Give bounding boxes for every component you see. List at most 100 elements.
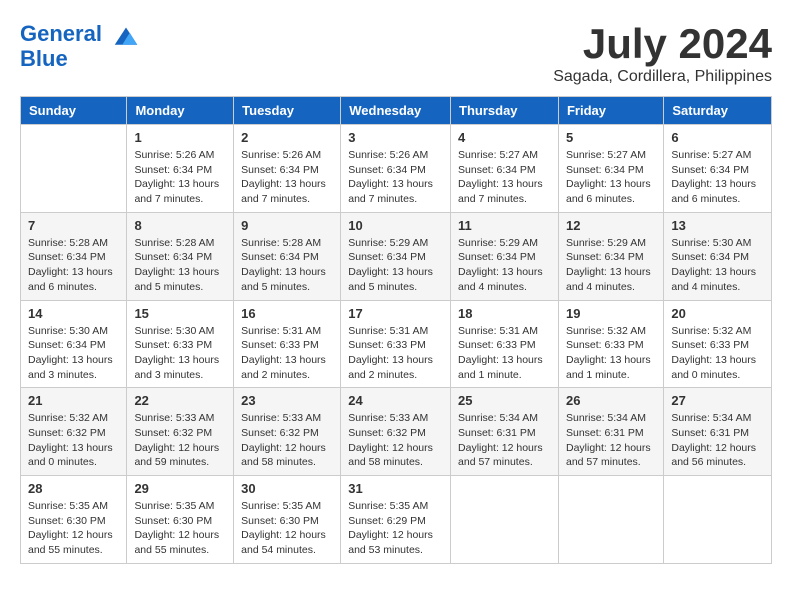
calendar-cell [664, 476, 772, 564]
calendar-cell [451, 476, 559, 564]
day-number: 24 [348, 393, 443, 408]
day-number: 22 [134, 393, 226, 408]
page-header: General Blue July 2024 Sagada, Cordiller… [20, 20, 772, 86]
day-number: 5 [566, 130, 656, 145]
calendar-cell [21, 125, 127, 213]
weekday-header-row: SundayMondayTuesdayWednesdayThursdayFrid… [21, 97, 772, 125]
day-number: 16 [241, 306, 333, 321]
calendar-cell: 12Sunrise: 5:29 AM Sunset: 6:34 PM Dayli… [558, 212, 663, 300]
weekday-header: Wednesday [341, 97, 451, 125]
day-info: Sunrise: 5:34 AM Sunset: 6:31 PM Dayligh… [458, 411, 551, 470]
day-number: 23 [241, 393, 333, 408]
calendar-cell: 25 Sunrise: 5:34 AM Sunset: 6:31 PM Dayli… [451, 388, 559, 476]
day-number: 2 [241, 130, 333, 145]
day-info: Sunrise: 5:30 AM Sunset: 6:34 PM Dayligh… [28, 324, 119, 383]
day-info: Sunrise: 5:29 AM Sunset: 6:34 PM Dayligh… [348, 236, 443, 295]
day-info: Sunrise: 5:27 AM Sunset: 6:34 PM Dayligh… [671, 148, 764, 207]
calendar-week-row: 28 Sunrise: 5:35 AM Sunset: 6:30 PM Dayli… [21, 476, 772, 564]
day-number: 17 [348, 306, 443, 321]
calendar-cell: 27Sunrise: 5:34 AM Sunset: 6:31 PM Dayli… [664, 388, 772, 476]
day-number: 7 [28, 218, 119, 233]
day-number: 6 [671, 130, 764, 145]
day-number: 31 [348, 481, 443, 496]
calendar-cell: 5 Sunrise: 5:27 AM Sunset: 6:34 PM Daylig… [558, 125, 663, 213]
calendar-cell: 8 Sunrise: 5:28 AM Sunset: 6:34 PM Daylig… [127, 212, 234, 300]
day-number: 19 [566, 306, 656, 321]
calendar-cell: 15 Sunrise: 5:30 AM Sunset: 6:33 PM Dayli… [127, 300, 234, 388]
calendar-cell: 2Sunrise: 5:26 AM Sunset: 6:34 PM Daylig… [234, 125, 341, 213]
calendar-cell: 9Sunrise: 5:28 AM Sunset: 6:34 PM Daylig… [234, 212, 341, 300]
calendar-cell: 24 Sunrise: 5:33 AM Sunset: 6:32 PM Dayli… [341, 388, 451, 476]
weekday-header: Monday [127, 97, 234, 125]
day-number: 11 [458, 218, 551, 233]
calendar-cell: 4Sunrise: 5:27 AM Sunset: 6:34 PM Daylig… [451, 125, 559, 213]
day-info: Sunrise: 5:28 AM Sunset: 6:34 PM Dayligh… [241, 236, 333, 295]
day-number: 8 [134, 218, 226, 233]
day-info: Sunrise: 5:31 AM Sunset: 6:33 PM Dayligh… [348, 324, 443, 383]
day-number: 20 [671, 306, 764, 321]
day-number: 14 [28, 306, 119, 321]
calendar-week-row: 21Sunrise: 5:32 AM Sunset: 6:32 PM Dayli… [21, 388, 772, 476]
day-number: 10 [348, 218, 443, 233]
calendar-week-row: 7 Sunrise: 5:28 AM Sunset: 6:34 PM Daylig… [21, 212, 772, 300]
day-number: 4 [458, 130, 551, 145]
calendar-cell: 28 Sunrise: 5:35 AM Sunset: 6:30 PM Dayli… [21, 476, 127, 564]
calendar-cell: 6 Sunrise: 5:27 AM Sunset: 6:34 PM Daylig… [664, 125, 772, 213]
title-block: July 2024 Sagada, Cordillera, Philippine… [553, 20, 772, 86]
day-info: Sunrise: 5:35 AM Sunset: 6:30 PM Dayligh… [28, 499, 119, 558]
calendar-cell: 23 Sunrise: 5:33 AM Sunset: 6:32 PM Dayli… [234, 388, 341, 476]
day-info: Sunrise: 5:32 AM Sunset: 6:33 PM Dayligh… [671, 324, 764, 383]
day-info: Sunrise: 5:29 AM Sunset: 6:34 PM Dayligh… [458, 236, 551, 295]
day-info: Sunrise: 5:26 AM Sunset: 6:34 PM Dayligh… [348, 148, 443, 207]
calendar-cell: 13Sunrise: 5:30 AM Sunset: 6:34 PM Dayli… [664, 212, 772, 300]
month-title: July 2024 [553, 20, 772, 68]
day-info: Sunrise: 5:33 AM Sunset: 6:32 PM Dayligh… [134, 411, 226, 470]
calendar-cell: 30 Sunrise: 5:35 AM Sunset: 6:30 PM Dayli… [234, 476, 341, 564]
location: Sagada, Cordillera, Philippines [553, 68, 772, 86]
weekday-header: Thursday [451, 97, 559, 125]
calendar-week-row: 14 Sunrise: 5:30 AM Sunset: 6:34 PM Dayli… [21, 300, 772, 388]
logo: General Blue [20, 20, 141, 72]
day-number: 29 [134, 481, 226, 496]
calendar-cell: 7 Sunrise: 5:28 AM Sunset: 6:34 PM Daylig… [21, 212, 127, 300]
calendar-cell: 10 Sunrise: 5:29 AM Sunset: 6:34 PM Dayli… [341, 212, 451, 300]
calendar-cell: 21Sunrise: 5:32 AM Sunset: 6:32 PM Dayli… [21, 388, 127, 476]
day-info: Sunrise: 5:30 AM Sunset: 6:33 PM Dayligh… [134, 324, 226, 383]
day-number: 13 [671, 218, 764, 233]
day-info: Sunrise: 5:33 AM Sunset: 6:32 PM Dayligh… [348, 411, 443, 470]
day-info: Sunrise: 5:35 AM Sunset: 6:30 PM Dayligh… [241, 499, 333, 558]
day-number: 18 [458, 306, 551, 321]
day-number: 15 [134, 306, 226, 321]
calendar-cell: 20 Sunrise: 5:32 AM Sunset: 6:33 PM Dayli… [664, 300, 772, 388]
calendar-cell: 19 Sunrise: 5:32 AM Sunset: 6:33 PM Dayli… [558, 300, 663, 388]
day-info: Sunrise: 5:34 AM Sunset: 6:31 PM Dayligh… [566, 411, 656, 470]
day-number: 28 [28, 481, 119, 496]
calendar-cell: 17 Sunrise: 5:31 AM Sunset: 6:33 PM Dayli… [341, 300, 451, 388]
day-info: Sunrise: 5:35 AM Sunset: 6:30 PM Dayligh… [134, 499, 226, 558]
calendar-cell: 18 Sunrise: 5:31 AM Sunset: 6:33 PM Dayli… [451, 300, 559, 388]
day-number: 1 [134, 130, 226, 145]
day-info: Sunrise: 5:31 AM Sunset: 6:33 PM Dayligh… [458, 324, 551, 383]
calendar-cell: 14 Sunrise: 5:30 AM Sunset: 6:34 PM Dayli… [21, 300, 127, 388]
calendar-cell: 31Sunrise: 5:35 AM Sunset: 6:29 PM Dayli… [341, 476, 451, 564]
day-info: Sunrise: 5:33 AM Sunset: 6:32 PM Dayligh… [241, 411, 333, 470]
weekday-header: Friday [558, 97, 663, 125]
calendar-cell: 3 Sunrise: 5:26 AM Sunset: 6:34 PM Daylig… [341, 125, 451, 213]
day-info: Sunrise: 5:31 AM Sunset: 6:33 PM Dayligh… [241, 324, 333, 383]
day-info: Sunrise: 5:29 AM Sunset: 6:34 PM Dayligh… [566, 236, 656, 295]
day-info: Sunrise: 5:34 AM Sunset: 6:31 PM Dayligh… [671, 411, 764, 470]
day-info: Sunrise: 5:32 AM Sunset: 6:33 PM Dayligh… [566, 324, 656, 383]
day-number: 30 [241, 481, 333, 496]
day-info: Sunrise: 5:28 AM Sunset: 6:34 PM Dayligh… [134, 236, 226, 295]
day-info: Sunrise: 5:27 AM Sunset: 6:34 PM Dayligh… [566, 148, 656, 207]
calendar-cell: 26Sunrise: 5:34 AM Sunset: 6:31 PM Dayli… [558, 388, 663, 476]
day-info: Sunrise: 5:26 AM Sunset: 6:34 PM Dayligh… [134, 148, 226, 207]
day-number: 3 [348, 130, 443, 145]
calendar-table: SundayMondayTuesdayWednesdayThursdayFrid… [20, 96, 772, 564]
day-info: Sunrise: 5:28 AM Sunset: 6:34 PM Dayligh… [28, 236, 119, 295]
calendar-week-row: 1 Sunrise: 5:26 AM Sunset: 6:34 PM Daylig… [21, 125, 772, 213]
calendar-cell: 1 Sunrise: 5:26 AM Sunset: 6:34 PM Daylig… [127, 125, 234, 213]
day-number: 25 [458, 393, 551, 408]
calendar-cell: 29 Sunrise: 5:35 AM Sunset: 6:30 PM Dayli… [127, 476, 234, 564]
calendar-cell: 22 Sunrise: 5:33 AM Sunset: 6:32 PM Dayli… [127, 388, 234, 476]
